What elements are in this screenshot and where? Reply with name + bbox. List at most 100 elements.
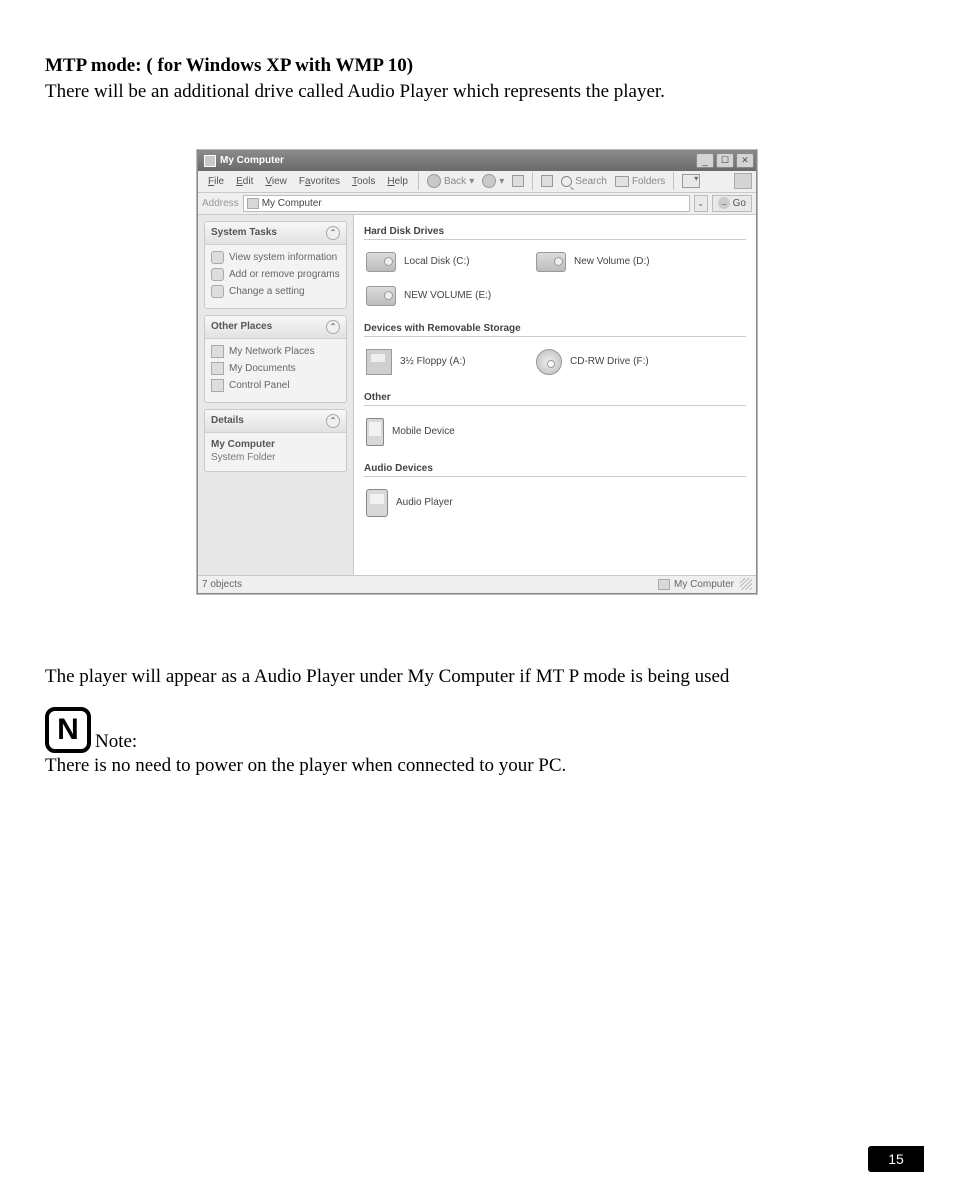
details-name: My Computer: [211, 437, 340, 452]
place-label: My Network Places: [229, 346, 315, 357]
back-label: Back: [444, 176, 466, 187]
titlebar[interactable]: My Computer _ ☐ ✕: [198, 151, 756, 171]
windows-flag-icon: [734, 173, 752, 189]
system-tasks-title: System Tasks: [211, 227, 277, 238]
drive-local-c[interactable]: Local Disk (C:): [364, 248, 534, 282]
control-panel-icon: [211, 379, 224, 392]
section-heading: MTP mode: ( for Windows XP with WMP 10): [45, 55, 909, 77]
hard-disk-icon: [366, 286, 396, 306]
group-other: Other: [364, 389, 746, 406]
separator: [418, 172, 419, 190]
group-removable: Devices with Removable Storage: [364, 320, 746, 337]
go-button[interactable]: →Go: [712, 195, 752, 212]
note-text: There is no need to power on the player …: [45, 753, 909, 779]
search-icon: [561, 176, 572, 187]
folders-button[interactable]: Folders: [611, 176, 669, 187]
go-label: Go: [733, 198, 746, 209]
menu-edit[interactable]: Edit: [230, 176, 259, 187]
refresh-button[interactable]: [537, 175, 557, 187]
folder-icon: [211, 362, 224, 375]
drive-label: 3½ Floppy (A:): [400, 356, 466, 367]
device-audio-player[interactable]: Audio Player: [364, 485, 534, 527]
drive-label: Mobile Device: [392, 426, 455, 437]
status-bar: 7 objects My Computer: [198, 575, 756, 593]
window-icon: [204, 155, 216, 167]
page-number: 15: [868, 1146, 924, 1172]
close-button[interactable]: ✕: [736, 153, 754, 168]
folders-label: Folders: [632, 176, 665, 187]
address-input[interactable]: My Computer: [243, 195, 690, 212]
back-button[interactable]: Back ▾: [423, 174, 478, 188]
drive-label: New Volume (D:): [574, 256, 650, 267]
forward-icon: [482, 174, 496, 188]
programs-icon: [211, 268, 224, 281]
minimize-button[interactable]: _: [696, 153, 714, 168]
cd-icon: [536, 349, 562, 375]
details-panel: Details ⌃ My Computer System Folder: [204, 409, 347, 472]
other-places-panel: Other Places ⌃ My Network Places My Docu…: [204, 315, 347, 403]
menu-favorites[interactable]: Favorites: [293, 176, 346, 187]
drive-new-volume-d[interactable]: New Volume (D:): [534, 248, 704, 282]
task-label: Add or remove programs: [229, 269, 340, 280]
search-label: Search: [575, 176, 607, 187]
resize-grip[interactable]: [740, 578, 752, 590]
drive-label: Audio Player: [396, 497, 453, 508]
folders-icon: [615, 176, 629, 187]
maximize-button[interactable]: ☐: [716, 153, 734, 168]
task-view-system-info[interactable]: View system information: [211, 249, 340, 266]
group-hdd: Hard Disk Drives: [364, 223, 746, 240]
address-label: Address: [202, 198, 239, 209]
place-label: Control Panel: [229, 380, 290, 391]
details-title: Details: [211, 415, 244, 426]
place-network[interactable]: My Network Places: [211, 343, 340, 360]
forward-button[interactable]: ▾: [478, 174, 508, 188]
place-control-panel[interactable]: Control Panel: [211, 377, 340, 394]
network-icon: [211, 345, 224, 358]
settings-icon: [211, 285, 224, 298]
go-icon: →: [718, 197, 730, 209]
status-object-count: 7 objects: [202, 579, 242, 590]
views-icon: [682, 174, 700, 188]
up-icon: [512, 175, 524, 187]
back-icon: [427, 174, 441, 188]
drive-label: Local Disk (C:): [404, 256, 470, 267]
window-title: My Computer: [220, 155, 696, 166]
note-label: Note:: [95, 731, 137, 753]
menu-file[interactable]: File: [202, 176, 230, 187]
computer-icon: [247, 198, 259, 209]
task-change-setting[interactable]: Change a setting: [211, 283, 340, 300]
drive-label: CD-RW Drive (F:): [570, 356, 649, 367]
drive-new-volume-e[interactable]: NEW VOLUME (E:): [364, 282, 534, 316]
collapse-icon[interactable]: ⌃: [326, 414, 340, 428]
hard-disk-icon: [366, 252, 396, 272]
refresh-icon: [541, 175, 553, 187]
group-audio: Audio Devices: [364, 460, 746, 477]
search-button[interactable]: Search: [557, 176, 611, 187]
collapse-icon[interactable]: ⌃: [326, 226, 340, 240]
menu-view[interactable]: View: [259, 176, 293, 187]
menu-help[interactable]: Help: [381, 176, 414, 187]
floppy-icon: [366, 349, 392, 375]
views-button[interactable]: [678, 174, 704, 188]
other-places-title: Other Places: [211, 321, 272, 332]
place-documents[interactable]: My Documents: [211, 360, 340, 377]
menu-tools[interactable]: Tools: [346, 176, 381, 187]
caption-text: The player will appear as a Audio Player…: [45, 664, 909, 690]
system-tasks-panel: System Tasks ⌃ View system information A…: [204, 221, 347, 309]
menubar: File Edit View Favorites Tools Help Back…: [198, 171, 756, 193]
address-value: My Computer: [262, 198, 322, 209]
place-label: My Documents: [229, 363, 296, 374]
collapse-icon[interactable]: ⌃: [326, 320, 340, 334]
device-mobile[interactable]: Mobile Device: [364, 414, 534, 456]
address-dropdown[interactable]: ⌄: [694, 195, 708, 212]
info-icon: [211, 251, 224, 264]
drive-floppy-a[interactable]: 3½ Floppy (A:): [364, 345, 534, 385]
separator: [673, 172, 674, 190]
note-icon: N: [45, 707, 91, 753]
task-add-remove-programs[interactable]: Add or remove programs: [211, 266, 340, 283]
tasks-sidebar: System Tasks ⌃ View system information A…: [198, 215, 354, 575]
status-location: My Computer: [674, 579, 734, 590]
up-button[interactable]: [508, 175, 528, 187]
drive-cdrw-f[interactable]: CD-RW Drive (F:): [534, 345, 704, 385]
audio-player-icon: [366, 489, 388, 517]
